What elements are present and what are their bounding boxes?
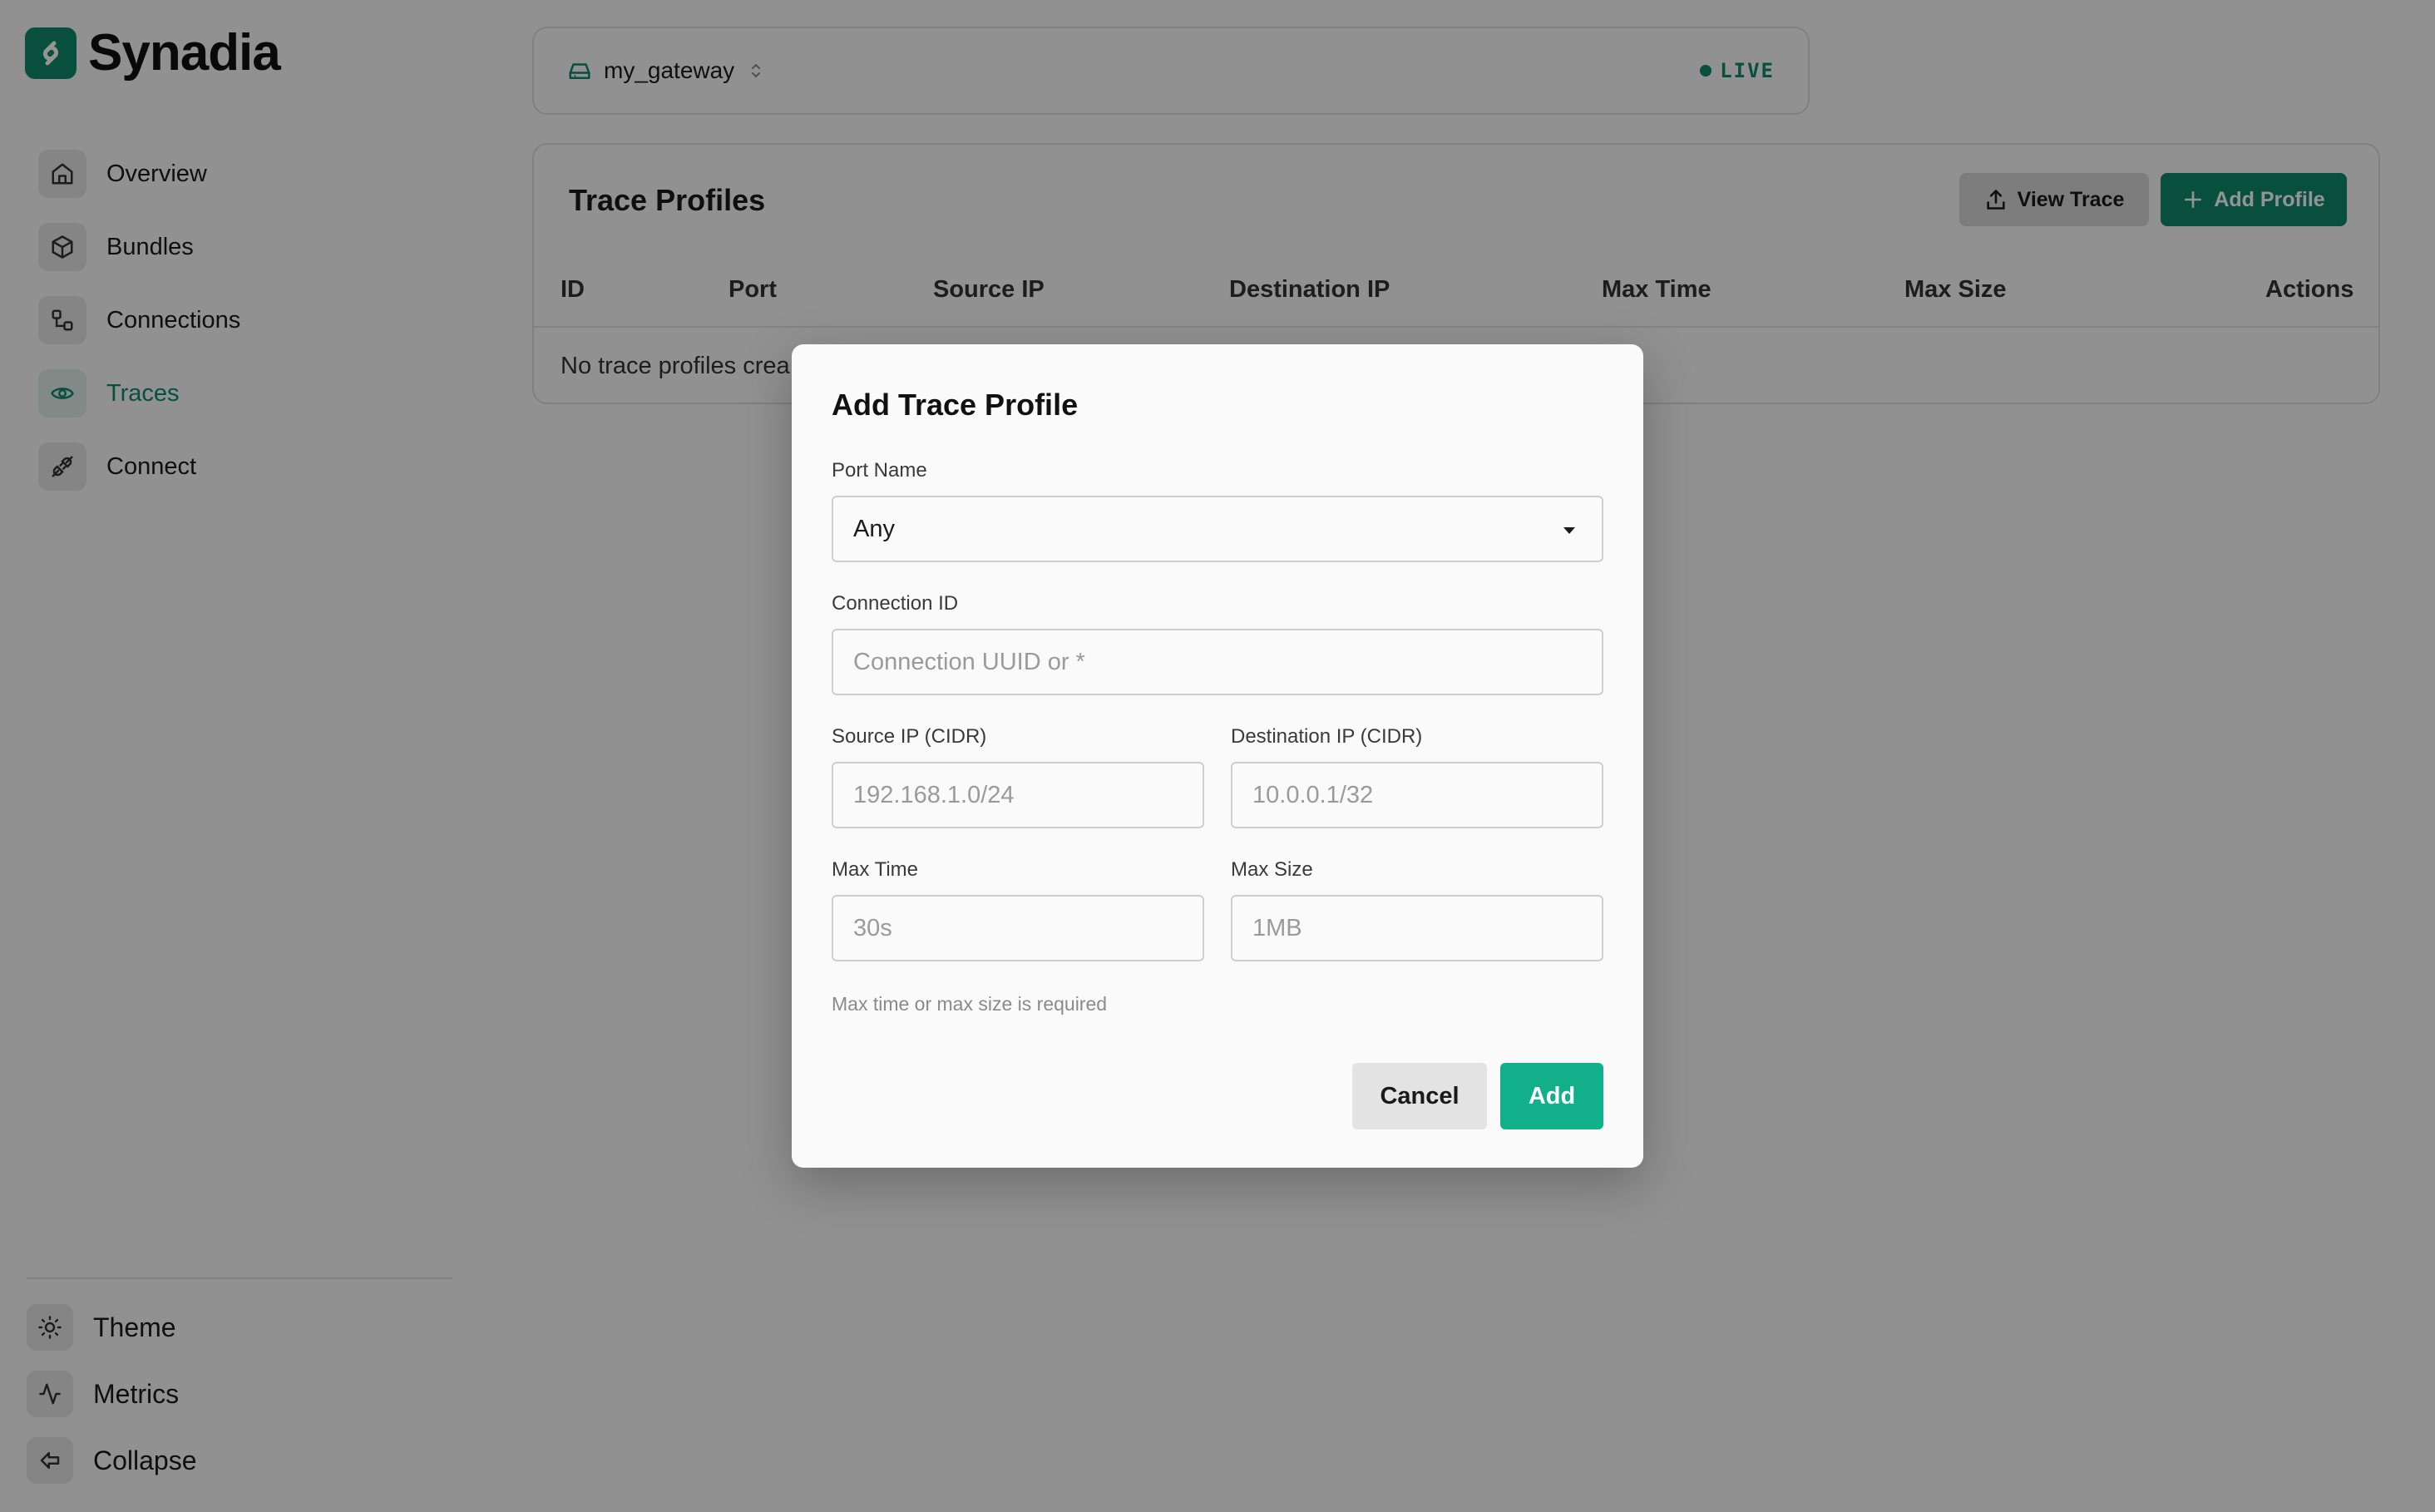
validation-helper-text: Max time or max size is required [832, 993, 1108, 1015]
connection-id-input[interactable]: Connection UUID or * [832, 629, 1603, 695]
port-name-select[interactable]: Any [832, 496, 1603, 562]
add-button[interactable]: Add [1500, 1063, 1603, 1129]
source-ip-input[interactable]: 192.168.1.0/24 [832, 762, 1204, 828]
destination-ip-input[interactable]: 10.0.0.1/32 [1231, 762, 1603, 828]
cancel-button[interactable]: Cancel [1352, 1063, 1487, 1129]
max-time-input[interactable]: 30s [832, 895, 1204, 961]
port-name-label: Port Name [832, 459, 927, 482]
dialog-title: Add Trace Profile [832, 388, 1079, 422]
max-size-label: Max Size [1231, 858, 1313, 881]
destination-ip-label: Destination IP (CIDR) [1231, 725, 1423, 748]
source-ip-label: Source IP (CIDR) [832, 725, 987, 748]
connection-id-label: Connection ID [832, 592, 959, 615]
port-name-value: Any [853, 515, 895, 542]
add-trace-profile-dialog: Add Trace Profile Port Name Any Connecti… [792, 344, 1643, 1168]
max-size-input[interactable]: 1MB [1231, 895, 1603, 961]
max-time-label: Max Time [832, 858, 919, 881]
caret-down-icon [1563, 527, 1575, 534]
